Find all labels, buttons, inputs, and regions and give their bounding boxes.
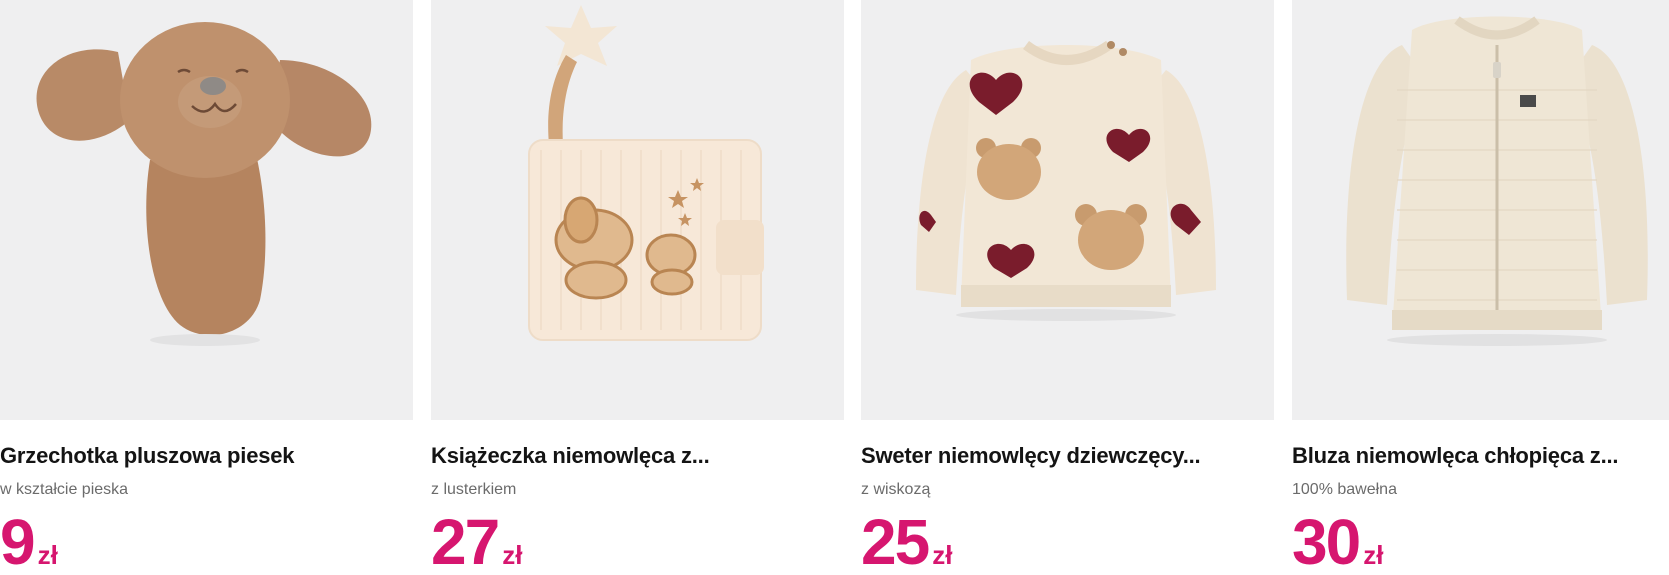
product-image[interactable] bbox=[431, 0, 844, 420]
product-card[interactable]: Bluza niemowlęca chłopięca z... 100% baw… bbox=[1292, 0, 1669, 575]
price-amount: 27 bbox=[431, 506, 500, 575]
price-currency: zł bbox=[932, 540, 953, 570]
product-title[interactable]: Grzechotka pluszowa piesek bbox=[0, 443, 413, 469]
product-card[interactable]: Sweter niemowlęcy dziewczęcy... z wiskoz… bbox=[861, 0, 1274, 575]
product-title[interactable]: Bluza niemowlęca chłopięca z... bbox=[1292, 443, 1669, 469]
product-price: 30 zł bbox=[1292, 510, 1383, 574]
product-price: 27 zł bbox=[431, 510, 522, 574]
price-amount: 25 bbox=[861, 506, 930, 575]
price-currency: zł bbox=[1363, 540, 1384, 570]
soft-baby-book-image bbox=[528, 5, 764, 341]
product-price: 9 zł bbox=[0, 510, 58, 574]
product-grid: Grzechotka pluszowa piesek w kształcie p… bbox=[0, 0, 1669, 575]
price-amount: 30 bbox=[1292, 506, 1361, 575]
product-card[interactable]: Grzechotka pluszowa piesek w kształcie p… bbox=[0, 0, 413, 575]
price-currency: zł bbox=[502, 540, 523, 570]
product-title[interactable]: Sweter niemowlęcy dziewczęcy... bbox=[861, 443, 1274, 469]
baby-sweater-image bbox=[916, 40, 1216, 321]
product-subtitle: z lusterkiem bbox=[431, 481, 517, 498]
price-currency: zł bbox=[37, 540, 58, 570]
product-subtitle: z wiskozą bbox=[861, 481, 931, 498]
zip-cardigan-image bbox=[1346, 16, 1648, 346]
product-price: 25 zł bbox=[861, 510, 952, 574]
product-title[interactable]: Książeczka niemowlęca z... bbox=[431, 443, 844, 469]
price-amount: 9 bbox=[0, 506, 36, 575]
product-subtitle: w kształcie pieska bbox=[0, 481, 129, 498]
product-image[interactable] bbox=[0, 0, 413, 420]
product-image[interactable] bbox=[861, 0, 1274, 420]
product-image[interactable] bbox=[1292, 0, 1669, 420]
product-card[interactable]: Książeczka niemowlęca z... z lusterkiem … bbox=[431, 0, 844, 575]
product-subtitle: 100% bawełna bbox=[1292, 481, 1397, 498]
plush-dog-rattle-image bbox=[36, 22, 372, 346]
